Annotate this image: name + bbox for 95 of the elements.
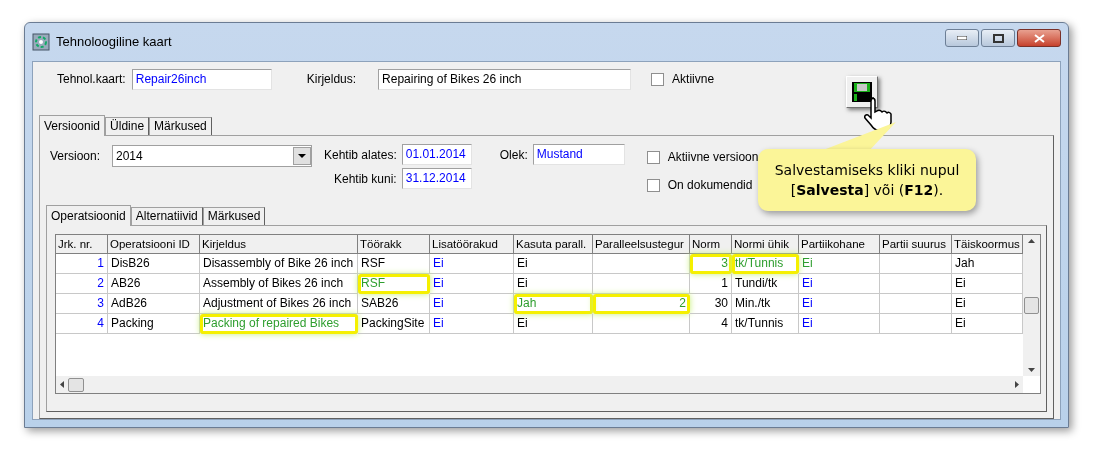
field-label: Kehtib alates:	[324, 146, 397, 164]
table-cell: 4	[56, 314, 108, 334]
field-label: Versioon:	[50, 148, 102, 165]
tab[interactable]: Märkused	[149, 117, 212, 135]
dropdown-arrow-icon	[298, 154, 306, 158]
column-header[interactable]: Operatsiooni ID	[108, 235, 200, 254]
table-cell: Packing	[108, 314, 200, 334]
window-title: Tehnoloogiline kaart	[56, 33, 172, 52]
tab[interactable]: Märkused	[202, 207, 266, 225]
text-field[interactable]: 31.12.2014	[401, 168, 472, 189]
scroll-up-icon[interactable]	[1028, 239, 1035, 243]
table-cell: Disassembly of Bike 26 inch	[200, 254, 358, 274]
tab[interactable]: Alternatiivid	[130, 207, 203, 225]
table-cell: Assembly of Bikes 26 inch	[200, 274, 358, 294]
table-cell: AB26	[108, 274, 200, 294]
text-field[interactable]: 01.01.2014	[401, 144, 472, 165]
table-cell	[880, 294, 952, 314]
minimize-button[interactable]	[945, 29, 979, 47]
tooltip-text: Salvestamiseks kliki nupul [Salvesta] või (F12).	[773, 161, 961, 200]
table-cell: Ei	[799, 274, 880, 294]
table-cell: RSF	[358, 274, 430, 294]
table-cell: Adjustment of Bikes 26 inch	[200, 294, 358, 314]
table-cell: Jah	[514, 294, 593, 314]
column-header[interactable]: Normi ühik	[732, 235, 799, 254]
scroll-down-icon[interactable]	[1028, 368, 1035, 372]
minimize-icon	[957, 36, 967, 40]
app-icon	[32, 33, 50, 51]
table-cell: 2	[593, 294, 690, 314]
column-header[interactable]: Töörakk	[358, 235, 430, 254]
table-cell: Ei	[799, 254, 880, 274]
table-cell: Ei	[799, 294, 880, 314]
version-dropdown[interactable]: 2014	[112, 145, 312, 167]
table-cell: Tundi/tk	[732, 274, 799, 294]
table-cell: Ei	[430, 274, 514, 294]
column-header[interactable]: Partiikohane	[799, 235, 880, 254]
column-header[interactable]: Kirjeldus	[200, 235, 358, 254]
table-cell: 3	[56, 294, 108, 314]
table-cell	[880, 314, 952, 334]
table-cell: 1	[56, 254, 108, 274]
checkbox[interactable]	[646, 150, 660, 164]
close-button[interactable]	[1017, 29, 1061, 47]
checkbox-label: On dokumendid	[667, 177, 753, 194]
table-cell: tk/Tunnis	[732, 314, 799, 334]
tab[interactable]: Üldine	[105, 117, 150, 135]
horizontal-scrollbar[interactable]	[56, 376, 1023, 393]
checkbox[interactable]	[646, 178, 660, 192]
table-cell: 3	[690, 254, 732, 274]
scroll-left-icon[interactable]	[60, 381, 64, 388]
table-cell: DisB26	[108, 254, 200, 274]
table-cell: 4	[690, 314, 732, 334]
scroll-right-icon[interactable]	[1015, 381, 1019, 388]
column-header[interactable]: Paralleelsustegur	[593, 235, 690, 254]
vertical-scrollbar[interactable]	[1023, 235, 1040, 376]
table-cell: Min./tk	[732, 294, 799, 314]
checkbox-label: Aktiivne	[672, 71, 715, 88]
table-cell: Ei	[430, 294, 514, 314]
table-cell: Ei	[514, 274, 593, 294]
checkbox[interactable]	[651, 72, 665, 86]
table-cell: AdB26	[108, 294, 200, 314]
text-field[interactable]: Repair26inch	[131, 68, 272, 90]
scroll-thumb[interactable]	[1024, 297, 1039, 314]
close-icon	[1033, 33, 1045, 43]
table-cell: Ei	[430, 314, 514, 334]
field-label: Olek:	[499, 146, 528, 164]
table-cell: tk/Tunnis	[732, 254, 799, 274]
table-cell: 30	[690, 294, 732, 314]
tab[interactable]: Versioonid	[39, 115, 106, 136]
table-cell: 1	[690, 274, 732, 294]
column-header[interactable]: Kasuta parall.	[514, 235, 593, 254]
table-cell: SAB26	[358, 294, 430, 314]
field-label: Kehtib kuni:	[334, 170, 397, 188]
table-cell: 2	[56, 274, 108, 294]
column-header[interactable]: Jrk. nr.	[56, 235, 108, 254]
text-field[interactable]: Mustand	[532, 144, 625, 165]
table-cell: PackingSite	[358, 314, 430, 334]
text-field[interactable]: Repairing of Bikes 26 inch	[378, 68, 632, 90]
column-header[interactable]: Lisatöörakud	[430, 235, 514, 254]
table-cell: Ei	[799, 314, 880, 334]
table-cell: Ei	[514, 314, 593, 334]
maximize-button[interactable]	[981, 29, 1015, 47]
maximize-icon	[992, 33, 1004, 43]
save-button[interactable]	[846, 76, 878, 108]
checkbox-label: Aktiivne versioon	[667, 149, 759, 166]
tab[interactable]: Operatsioonid	[46, 205, 131, 226]
table-cell: Packing of repaired Bikes	[200, 314, 358, 334]
table-cell: Ei	[430, 254, 514, 274]
field-label: Tehnol.kaart:	[57, 71, 126, 88]
table-cell	[880, 274, 952, 294]
field-label: Kirjeldus:	[306, 71, 357, 88]
table-cell: RSF	[358, 254, 430, 274]
column-header[interactable]: Norm	[690, 235, 732, 254]
table-cell: Ei	[514, 254, 593, 274]
table-cell	[880, 254, 952, 274]
scroll-thumb[interactable]	[68, 377, 84, 392]
column-header[interactable]: Partii suurus	[880, 235, 952, 254]
